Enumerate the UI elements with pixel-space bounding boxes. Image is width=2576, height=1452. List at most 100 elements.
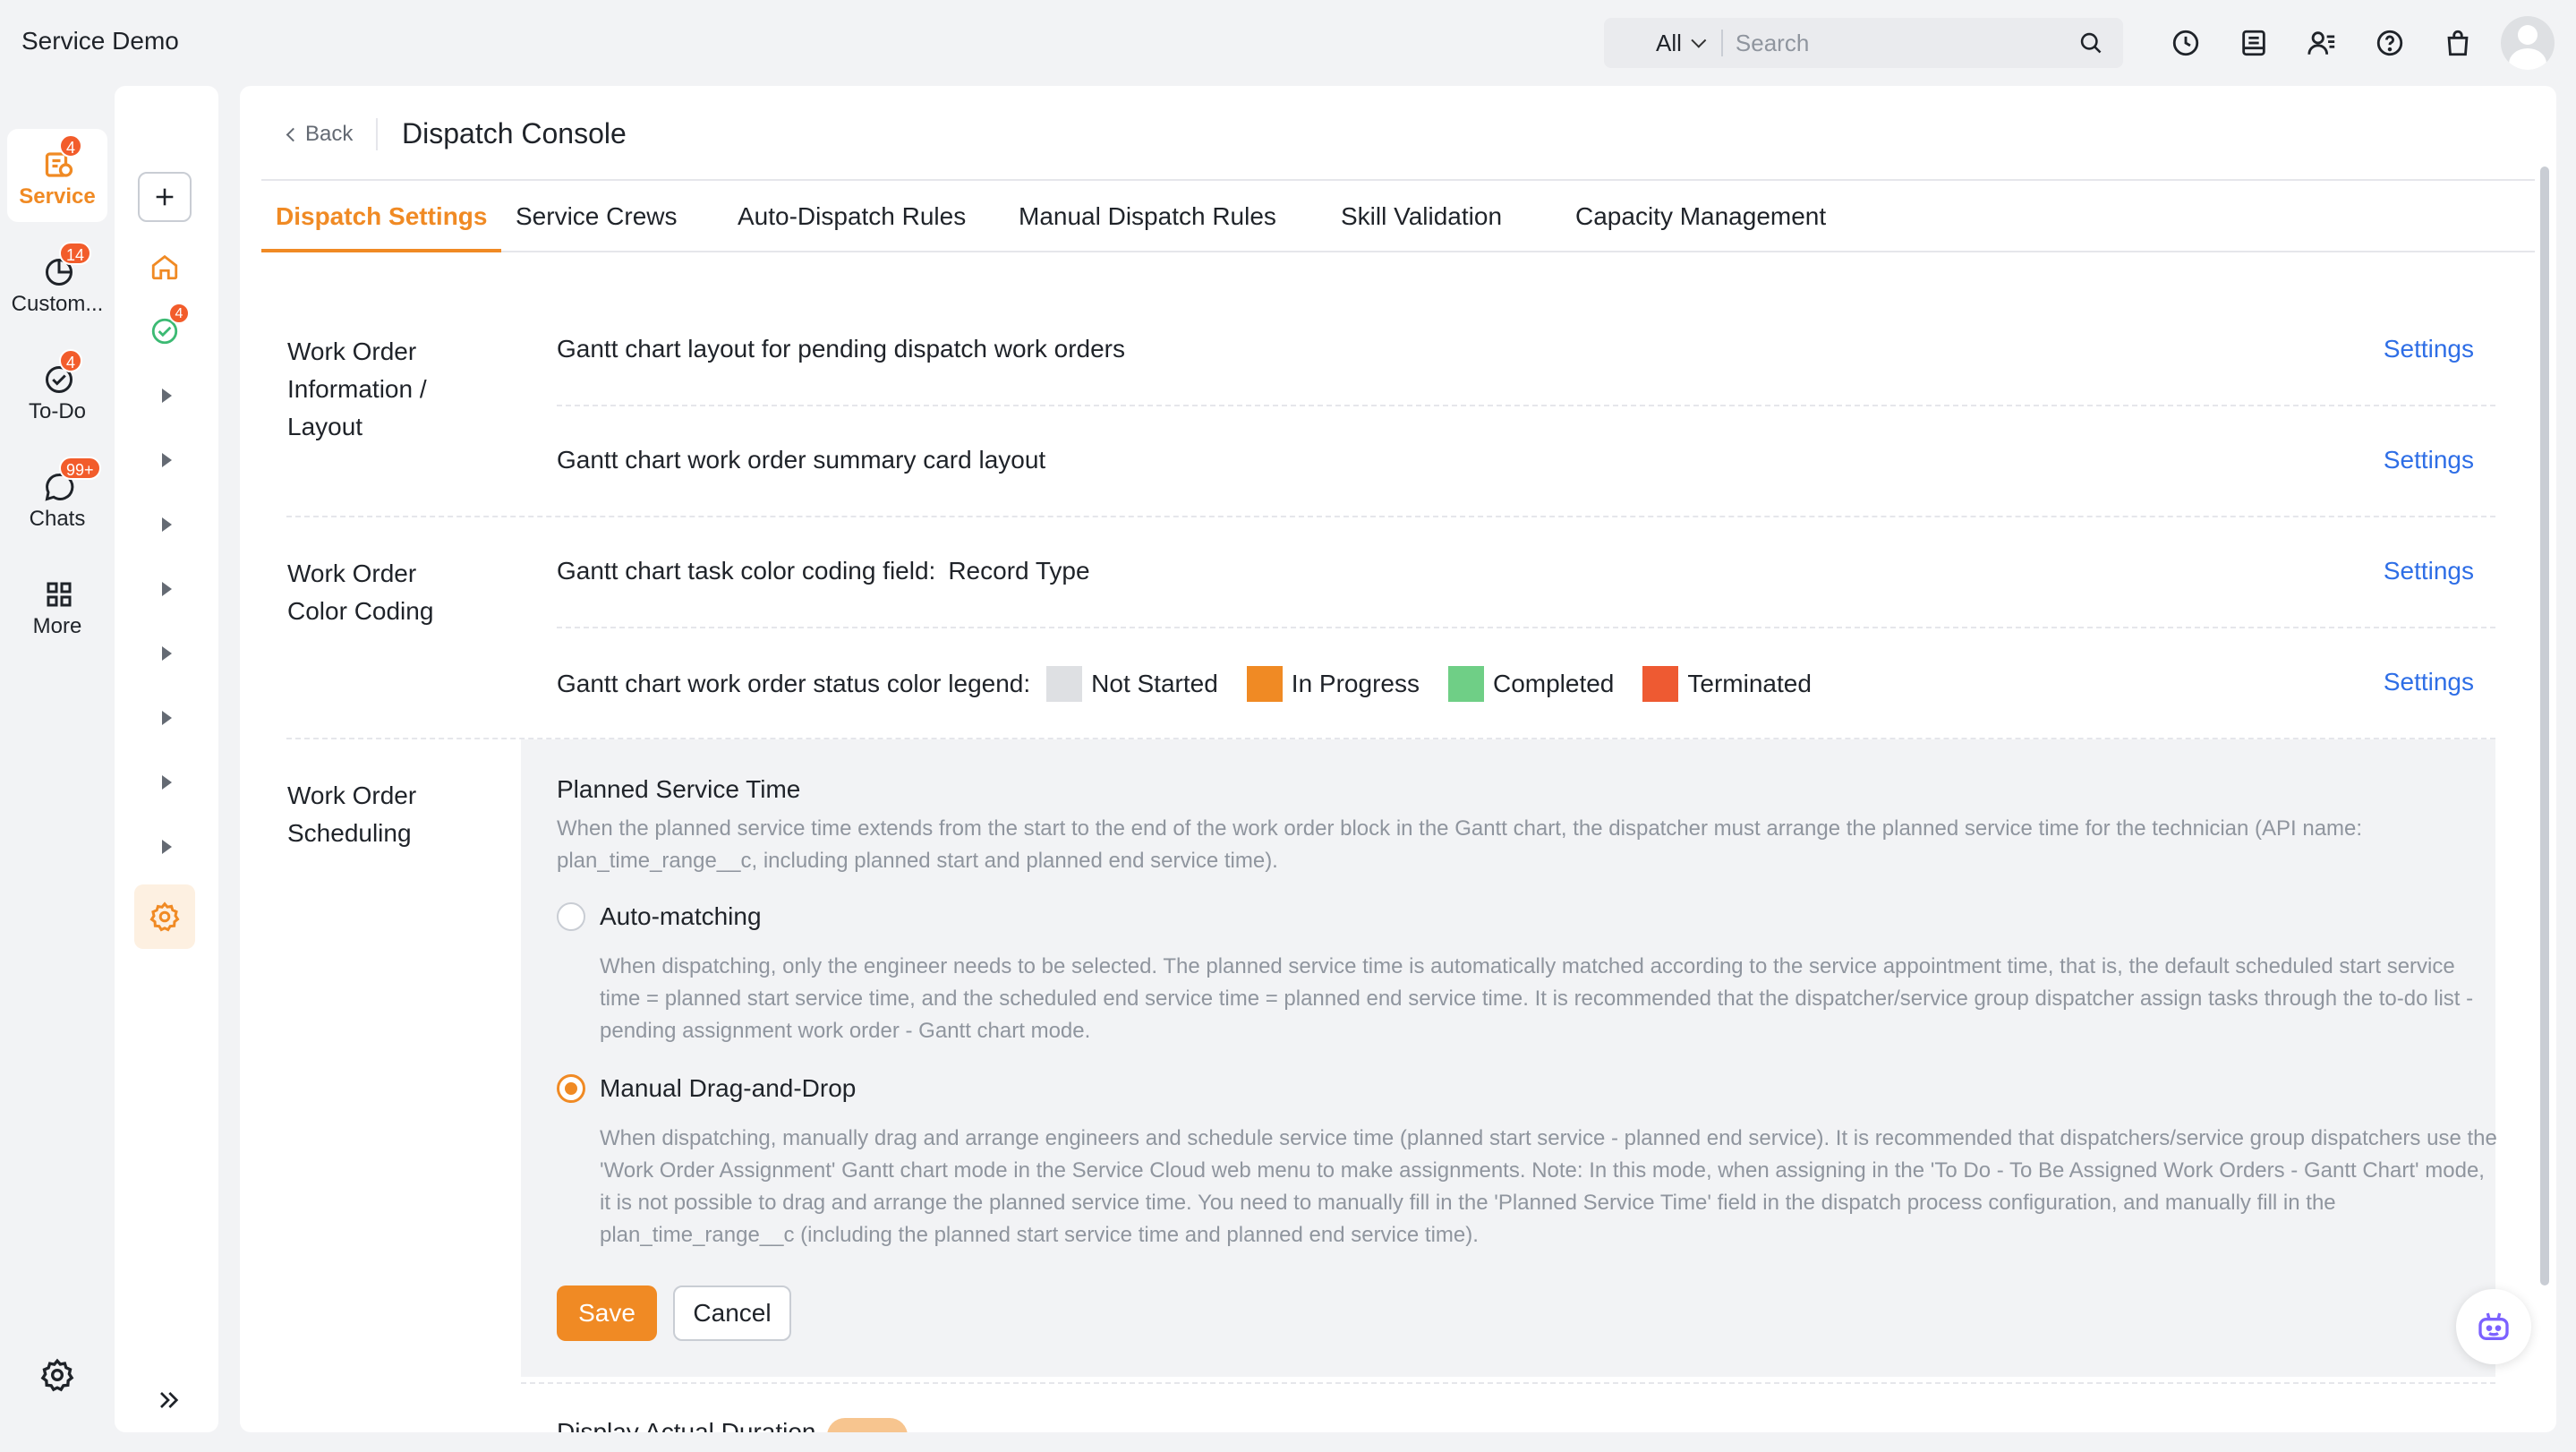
bot-icon: [2478, 1312, 2509, 1340]
shopping-bag-icon[interactable]: [2438, 23, 2478, 63]
nav2-collapsed-item[interactable]: [138, 756, 192, 809]
option-label: Auto-matching: [600, 902, 762, 930]
option-auto-matching[interactable]: Auto-matching: [557, 902, 762, 931]
user-avatar[interactable]: [2501, 16, 2555, 70]
tab-skill-validation[interactable]: Skill Validation: [1326, 181, 1516, 252]
scrollbar-thumb[interactable]: [2540, 167, 2549, 1285]
secondary-nav: 4: [115, 86, 218, 1432]
option-description: When dispatching, only the engineer need…: [600, 954, 2474, 1043]
tab-dispatch-settings[interactable]: Dispatch Settings: [261, 181, 502, 252]
legend-label: Terminated: [1687, 670, 1812, 697]
section-divider: [286, 516, 2495, 517]
chevron-down-icon: [1691, 32, 1707, 48]
nav-badge: 99+: [59, 457, 101, 480]
back-button[interactable]: Back: [286, 122, 354, 147]
search-icon[interactable]: [2078, 30, 2103, 56]
nav-item-service[interactable]: 4 Service: [7, 129, 107, 222]
nav-item-customer[interactable]: 14 Custom...: [7, 236, 107, 329]
settings-link[interactable]: Settings: [2384, 668, 2474, 696]
nav2-collapsed-item[interactable]: [138, 627, 192, 680]
caret-right-icon: [161, 646, 172, 661]
top-bar: Service Demo All: [0, 0, 2576, 84]
nav2-collapsed-item[interactable]: [138, 433, 192, 487]
legend-swatch-completed: [1447, 666, 1484, 702]
nav2-collapsed-item[interactable]: [138, 498, 192, 551]
radio-manual-drag-drop[interactable]: [557, 1074, 585, 1103]
status-legend-label: Gantt chart work order status color lege…: [557, 670, 1031, 697]
tab-manual-dispatch-rules[interactable]: Manual Dispatch Rules: [1004, 181, 1291, 252]
legend-label: In Progress: [1291, 670, 1420, 697]
settings-link[interactable]: Settings: [2384, 335, 2474, 363]
option-manual-drag-drop[interactable]: Manual Drag-and-Drop: [557, 1074, 856, 1103]
page-header: Back Dispatch Console: [261, 86, 2535, 181]
row-divider: [557, 405, 2495, 406]
status-legend-row: Gantt chart work order status color lege…: [557, 666, 1812, 702]
nav-badge: 14: [59, 242, 92, 265]
option-description: When dispatching, manually drag and arra…: [600, 1126, 2497, 1247]
option-label: Manual Drag-and-Drop: [600, 1074, 857, 1102]
caret-right-icon: [161, 775, 172, 790]
global-search: All: [1604, 18, 2123, 68]
section-label-color: Work Order Color Coding: [287, 559, 434, 625]
section-label-scheduling: Work Order Scheduling: [287, 782, 417, 847]
back-label: Back: [305, 122, 354, 146]
nav-item-todo[interactable]: 4 To-Do: [7, 344, 107, 437]
main-panel: Back Dispatch Console Dispatch Settings …: [240, 86, 2556, 1432]
tab-capacity-management[interactable]: Capacity Management: [1561, 181, 1840, 252]
nav2-home[interactable]: [138, 240, 192, 294]
save-button[interactable]: Save: [557, 1285, 657, 1341]
nav2-settings[interactable]: [134, 884, 195, 949]
page-title: Dispatch Console: [402, 117, 627, 149]
search-scope-dropdown[interactable]: All: [1604, 18, 1707, 68]
nav-label: To-Do: [28, 399, 87, 423]
nav-item-chats[interactable]: 99+ Chats: [7, 451, 107, 544]
nav-item-more[interactable]: More: [7, 559, 107, 652]
planned-service-time-description: When the planned service time extends fr…: [557, 816, 2363, 873]
cancel-button[interactable]: Cancel: [673, 1285, 791, 1341]
legend-swatch-not-started: [1046, 666, 1083, 702]
layout-row-summary-card: Gantt chart work order summary card layo…: [557, 446, 1046, 474]
radio-auto-matching[interactable]: [557, 902, 585, 931]
tab-auto-dispatch-rules[interactable]: Auto-Dispatch Rules: [723, 181, 980, 252]
color-field-row: Gantt chart task color coding field: Rec…: [557, 557, 1090, 585]
chevron-left-icon: [286, 127, 301, 141]
help-icon[interactable]: [2370, 23, 2410, 63]
gear-icon: [149, 901, 180, 932]
history-icon[interactable]: [2166, 23, 2205, 63]
search-input[interactable]: [1735, 29, 2123, 57]
section-label-layout: Work Order Information / Layout: [287, 337, 427, 440]
legend-label: Not Started: [1091, 670, 1218, 697]
settings-link[interactable]: Settings: [2384, 446, 2474, 474]
caret-right-icon: [161, 389, 172, 403]
notes-icon[interactable]: [2234, 23, 2273, 63]
double-chevron-right-icon[interactable]: [154, 1386, 183, 1414]
gear-icon[interactable]: [39, 1357, 75, 1393]
add-button[interactable]: [138, 172, 192, 222]
nav2-todo[interactable]: 4: [138, 303, 192, 358]
grid-icon: [47, 582, 72, 607]
primary-nav: 4 Service 14 Custom... 4 To-Do 99+ Chats…: [0, 84, 115, 1452]
tab-service-crews[interactable]: Service Crews: [501, 181, 691, 252]
nav-label: Service: [19, 184, 96, 209]
nav2-collapsed-item[interactable]: [138, 562, 192, 616]
nav-badge: 4: [59, 349, 83, 372]
legend-swatch-terminated: [1642, 666, 1679, 702]
contacts-icon[interactable]: [2302, 23, 2341, 63]
display-actual-duration-toggle[interactable]: [827, 1418, 908, 1432]
color-field-value: Record Type: [948, 557, 1090, 585]
nav2-collapsed-item[interactable]: [138, 820, 192, 874]
nav-badge: 4: [59, 134, 83, 158]
caret-right-icon: [161, 840, 172, 854]
legend-label: Completed: [1492, 670, 1615, 697]
assistant-bot-button[interactable]: [2456, 1289, 2531, 1364]
settings-link[interactable]: Settings: [2384, 557, 2474, 585]
layout-row-pending: Gantt chart layout for pending dispatch …: [557, 335, 1126, 363]
planned-service-time-title: Planned Service Time: [557, 775, 801, 803]
nav2-collapsed-item[interactable]: [138, 369, 192, 423]
nav-label: More: [32, 614, 82, 638]
home-icon: [151, 254, 178, 280]
scheduling-panel: Planned Service Time When the planned se…: [521, 739, 2497, 1377]
header-divider: [376, 118, 378, 150]
nav-label: Chats: [29, 507, 86, 531]
nav2-collapsed-item[interactable]: [138, 691, 192, 745]
